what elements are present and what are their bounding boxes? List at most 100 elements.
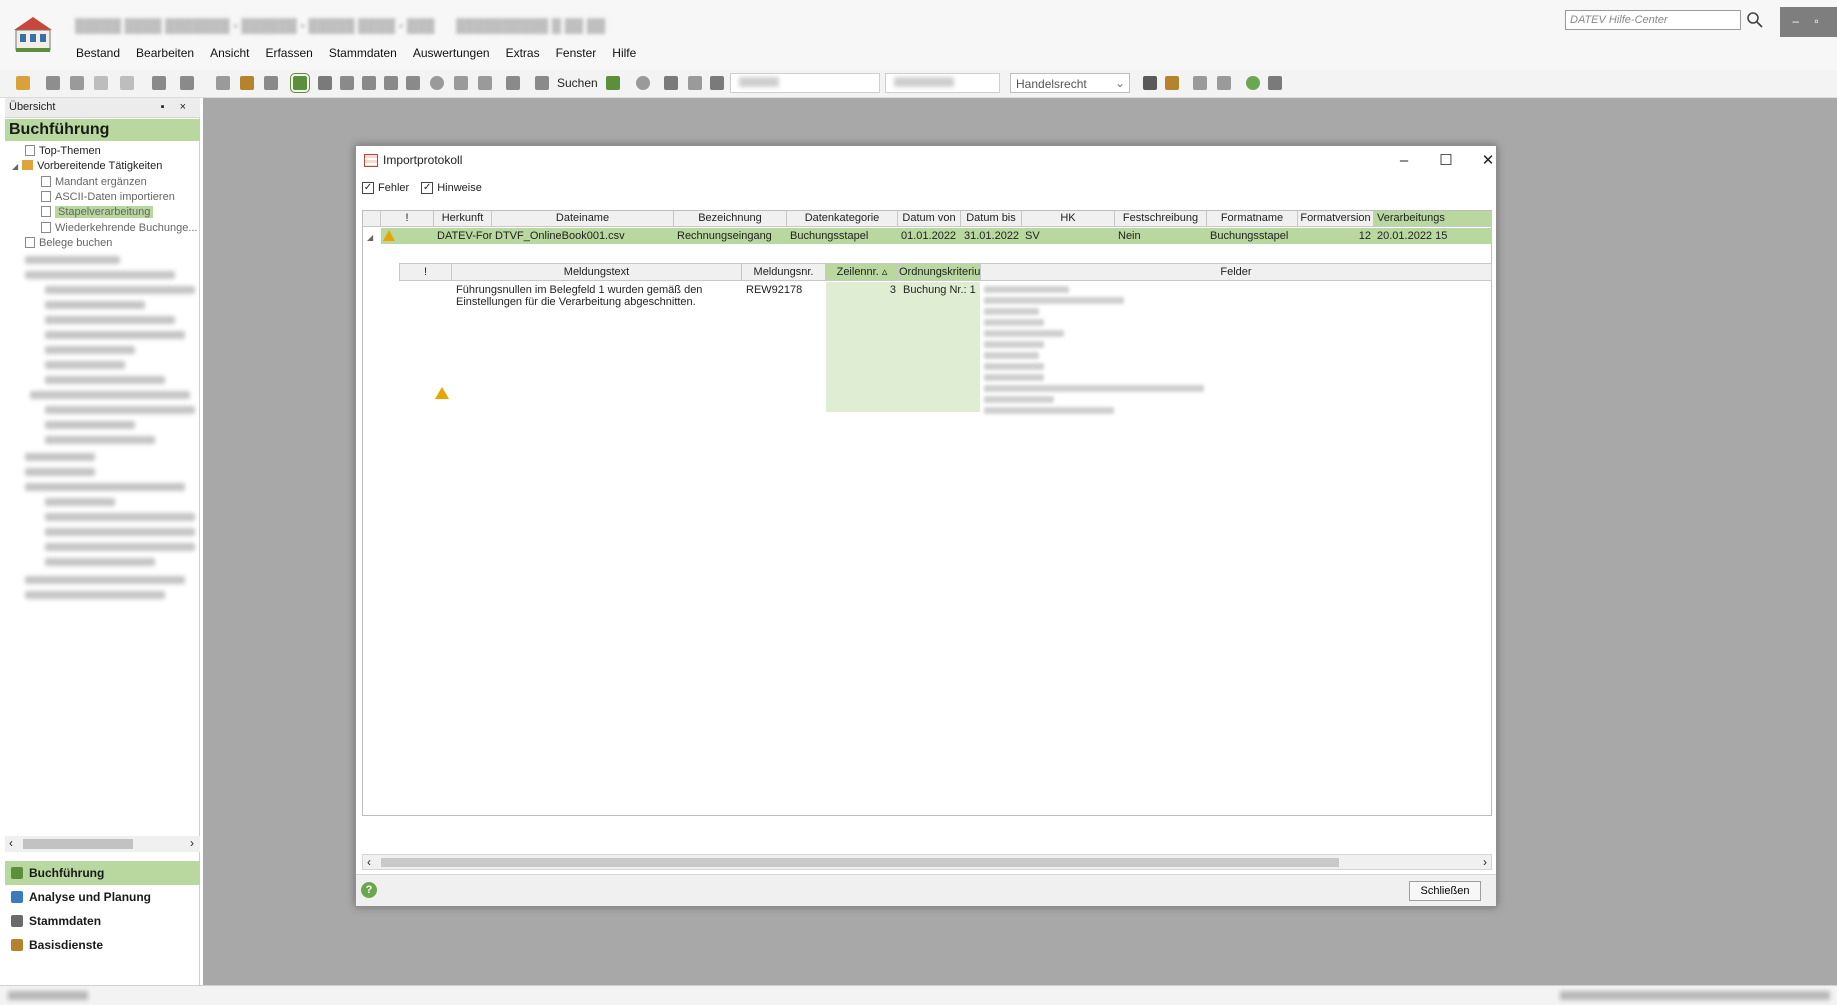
- period-field[interactable]: [885, 73, 1000, 93]
- paste-icon[interactable]: [264, 76, 278, 90]
- column-header-verarbeitung[interactable]: Verarbeitungs: [1374, 211, 1492, 227]
- nav-basisdienste[interactable]: Basisdienste: [5, 933, 200, 957]
- window-controls[interactable]: – ▫: [1780, 7, 1837, 37]
- column-header-formatversion[interactable]: Formatversion: [1298, 211, 1374, 227]
- clock-icon[interactable]: [430, 76, 444, 90]
- maximize-button[interactable]: ☐: [1428, 150, 1464, 172]
- law-select[interactable]: Handelsrecht ⌄: [1010, 73, 1130, 93]
- menu-bearbeiten[interactable]: Bearbeiten: [128, 44, 202, 62]
- row-expander-icon[interactable]: ◢: [367, 233, 373, 242]
- search-icon[interactable]: [1746, 11, 1764, 29]
- column-header-festschreibung[interactable]: Festschreibung: [1115, 211, 1207, 227]
- scroll-thumb[interactable]: [381, 858, 1339, 867]
- tree-item-ascii-daten[interactable]: ASCII-Daten importieren: [41, 191, 175, 203]
- folder-icon[interactable]: [1193, 76, 1207, 90]
- column-header-hk[interactable]: HK: [1022, 211, 1115, 227]
- settings-icon[interactable]: [318, 76, 332, 90]
- menu-stammdaten[interactable]: Stammdaten: [321, 44, 405, 62]
- pin-close-icons[interactable]: ▪ ×: [161, 101, 192, 113]
- scroll-left-icon[interactable]: ‹: [367, 855, 371, 869]
- column-header-formatname[interactable]: Formatname: [1207, 211, 1298, 227]
- layout-icon[interactable]: [180, 76, 194, 90]
- nav-analyse-und-planung[interactable]: Analyse und Planung: [5, 885, 200, 909]
- toolbar-search-label[interactable]: Suchen: [557, 76, 598, 90]
- close-button[interactable]: Schließen: [1409, 881, 1481, 901]
- scroll-right-icon[interactable]: ›: [190, 836, 194, 850]
- help-icon[interactable]: [1246, 76, 1260, 90]
- detail-header-ordnungskriterium[interactable]: Ordnungskriterium ▵: [899, 263, 981, 281]
- tree-item-mandant-ergaenzen[interactable]: Mandant ergänzen: [41, 176, 147, 188]
- errors-checkbox[interactable]: ✓ Fehler: [362, 182, 409, 194]
- checkbox-label: Hinweise: [437, 182, 482, 194]
- grid-horizontal-scrollbar[interactable]: ‹ ›: [362, 854, 1492, 870]
- document-search-icon[interactable]: [710, 76, 724, 90]
- chart-icon[interactable]: [1165, 76, 1179, 90]
- nav-stammdaten[interactable]: Stammdaten: [5, 909, 200, 933]
- help-button[interactable]: ?: [361, 882, 377, 898]
- expander-icon[interactable]: ◢: [12, 162, 18, 171]
- book-icon[interactable]: [1217, 76, 1231, 90]
- minimize-button[interactable]: –: [1386, 150, 1422, 172]
- menu-ansicht[interactable]: Ansicht: [202, 44, 257, 62]
- arrow-up-icon[interactable]: [94, 76, 108, 90]
- detail-header-felder[interactable]: Felder: [981, 263, 1492, 281]
- menu-auswertungen[interactable]: Auswertungen: [405, 44, 498, 62]
- columns-icon[interactable]: [406, 76, 420, 90]
- search-document-icon[interactable]: [535, 76, 549, 90]
- nav-buchfuehrung[interactable]: Buchführung: [5, 861, 200, 885]
- menu-fenster[interactable]: Fenster: [548, 44, 605, 62]
- tree-item-top-themen[interactable]: Top-Themen: [25, 145, 101, 157]
- calculator2-icon[interactable]: [1143, 76, 1157, 90]
- detail-header-status[interactable]: !: [399, 263, 452, 281]
- menu-extras[interactable]: Extras: [498, 44, 548, 62]
- detail-header-meldungsnr[interactable]: Meldungsnr.: [742, 263, 826, 281]
- forward-document-icon[interactable]: [664, 76, 678, 90]
- document-icon[interactable]: [688, 76, 702, 90]
- column-header-datum-bis[interactable]: Datum bis: [961, 211, 1022, 227]
- detail-header-meldungstext[interactable]: Meldungstext: [452, 263, 742, 281]
- column-header-datum-von[interactable]: Datum von: [898, 211, 961, 227]
- list-icon[interactable]: [340, 76, 354, 90]
- tree-icon[interactable]: [362, 76, 376, 90]
- panel-horizontal-scrollbar[interactable]: ‹ ›: [5, 836, 200, 852]
- column-header-bezeichnung[interactable]: Bezeichnung: [674, 211, 787, 227]
- menu-bestand[interactable]: Bestand: [68, 44, 128, 62]
- copy-icon[interactable]: [240, 76, 254, 90]
- print-icon[interactable]: [46, 76, 60, 90]
- menu-erfassen[interactable]: Erfassen: [257, 44, 320, 62]
- column-header-datenkategorie[interactable]: Datenkategorie: [787, 211, 898, 227]
- arrow-right-icon[interactable]: [120, 76, 134, 90]
- tree-item-label: Wiederkehrende Buchunge...: [55, 222, 198, 234]
- tree-item-stapelverarbeitung[interactable]: Stapelverarbeitung: [41, 206, 154, 218]
- column-header-dateiname[interactable]: Dateiname: [492, 211, 674, 227]
- info-window-icon[interactable]: [1268, 76, 1282, 90]
- tree-item-vorbereitende-taetigkeiten[interactable]: ◢ Vorbereitende Tätigkeiten: [12, 160, 162, 172]
- table-icon[interactable]: [384, 76, 398, 90]
- window-icon[interactable]: [454, 76, 468, 90]
- scroll-right-icon[interactable]: ›: [1483, 855, 1487, 869]
- nav-label: Buchführung: [29, 866, 105, 880]
- print-preview-icon[interactable]: [70, 76, 84, 90]
- reports-icon[interactable]: [606, 76, 620, 90]
- calculator-icon[interactable]: [506, 76, 520, 90]
- menu-hilfe[interactable]: Hilfe: [604, 44, 644, 62]
- open-icon[interactable]: [16, 76, 30, 90]
- filter-icon[interactable]: [290, 73, 310, 93]
- export-icon[interactable]: [152, 76, 166, 90]
- close-icon[interactable]: ✕: [1470, 150, 1506, 172]
- cut-icon[interactable]: [216, 76, 230, 90]
- column-header-herkunft[interactable]: Herkunft: [434, 211, 492, 227]
- client-field[interactable]: [730, 73, 880, 93]
- tree-item-belege-buchen[interactable]: Belege buchen: [25, 237, 112, 249]
- column-header-status[interactable]: !: [381, 211, 434, 227]
- hints-checkbox[interactable]: ✓ Hinweise: [421, 182, 482, 194]
- cell-formatname: Buchungsstapel: [1210, 230, 1289, 242]
- cell-bezeichnung: Rechnungseingang: [677, 230, 772, 242]
- scroll-thumb[interactable]: [23, 839, 133, 849]
- stamp-icon[interactable]: [478, 76, 492, 90]
- sync-icon[interactable]: [636, 76, 650, 90]
- help-center-search-input[interactable]: DATEV Hilfe-Center: [1565, 10, 1741, 30]
- tree-item-wiederkehrende-buchungen[interactable]: Wiederkehrende Buchunge...: [41, 222, 197, 234]
- scroll-left-icon[interactable]: ‹: [9, 836, 13, 850]
- detail-header-zeilennr[interactable]: Zeilennr. ▵: [826, 263, 899, 281]
